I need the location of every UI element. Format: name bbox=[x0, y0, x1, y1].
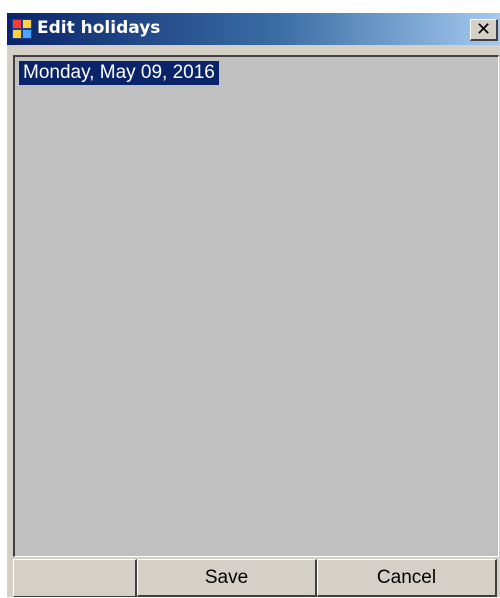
title-bar[interactable]: Edit holidays ✕ bbox=[7, 13, 500, 45]
cancel-button[interactable]: Cancel bbox=[317, 559, 497, 597]
close-button[interactable]: ✕ bbox=[470, 19, 498, 41]
window-title: Edit holidays bbox=[37, 18, 161, 38]
close-icon: ✕ bbox=[475, 18, 492, 40]
edit-holidays-dialog: Edit holidays ✕ Monday, May 09, 2016 Sav… bbox=[6, 12, 500, 597]
button-bar-spacer bbox=[13, 559, 137, 597]
application-icon bbox=[12, 19, 32, 39]
list-item[interactable]: Monday, May 09, 2016 bbox=[19, 61, 219, 85]
button-bar: Save Cancel bbox=[7, 559, 500, 598]
holidays-listbox[interactable]: Monday, May 09, 2016 bbox=[13, 55, 499, 557]
save-button[interactable]: Save bbox=[137, 559, 317, 597]
